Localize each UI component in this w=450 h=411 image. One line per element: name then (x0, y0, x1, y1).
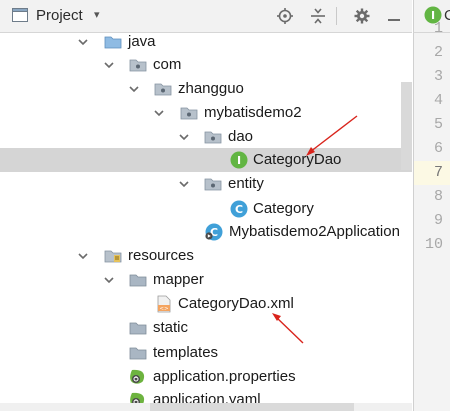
folder-gray-icon (129, 319, 147, 337)
tree-row[interactable]: resources (0, 244, 412, 268)
folder-gray-icon (129, 271, 147, 289)
tree-row[interactable]: mybatisdemo2 (0, 101, 412, 125)
package-icon (129, 56, 147, 74)
tree-row-label: Mybatisdemo2Application (229, 223, 400, 240)
xml-file-icon: <> (155, 295, 173, 313)
line-number: 10 (424, 236, 443, 253)
tree-row-label: mapper (153, 271, 204, 288)
project-tree: java com zhangguo mybatisdemo2 dao I CategoryD… (0, 33, 412, 411)
tree-row[interactable]: entity (0, 172, 412, 196)
line-number: 6 (433, 140, 443, 157)
chevron-down-icon[interactable] (78, 251, 88, 261)
tree-row-label: dao (228, 128, 254, 145)
package-icon (180, 104, 198, 122)
tree-row-label: Category (253, 200, 314, 217)
tree-row-label: com (153, 56, 182, 73)
tree-row[interactable]: C Category (0, 197, 412, 221)
tree-row[interactable]: zhangguo (0, 77, 412, 101)
folder-blue-icon (104, 33, 122, 51)
line-number: 7 (433, 164, 443, 181)
chevron-down-icon[interactable] (179, 132, 189, 142)
package-icon (204, 175, 222, 193)
tree-row[interactable]: dao (0, 125, 412, 149)
tree-row-label: mybatisdemo2 (204, 104, 302, 121)
package-icon (204, 128, 222, 146)
locate-target-icon[interactable] (277, 8, 293, 24)
editor-tab-label: C (444, 7, 450, 24)
chevron-down-icon[interactable] (179, 179, 189, 189)
tree-row-label: templates (153, 344, 219, 361)
chevron-down-icon[interactable] (129, 84, 139, 94)
tree-row-label: CategoryDao (253, 151, 342, 168)
horizontal-scrollbar-thumb[interactable] (150, 403, 354, 411)
tree-row-label: zhangguo (178, 80, 244, 97)
chevron-down-icon[interactable] (104, 60, 114, 70)
line-number: 1 (433, 20, 443, 37)
project-toolbar: Project ▾ (0, 0, 412, 33)
svg-text:I: I (237, 154, 241, 167)
folder-gray-icon (129, 344, 147, 362)
chevron-down-icon[interactable] (154, 108, 164, 118)
tree-row-label: application.properties (153, 368, 296, 385)
gear-icon[interactable] (354, 8, 370, 24)
svg-text:<>: <> (159, 306, 169, 312)
tree-row[interactable]: I CategoryDao (0, 148, 412, 172)
tree-row[interactable]: static (0, 316, 412, 340)
tree-row[interactable]: mapper (0, 268, 412, 292)
spring-boot-app-icon: C (205, 223, 223, 241)
line-number: 5 (433, 116, 443, 133)
spring-config-icon (129, 368, 147, 386)
resources-folder-icon (104, 247, 122, 265)
tree-row-label: CategoryDao.xml (178, 295, 294, 312)
chevron-down-icon[interactable] (78, 37, 88, 47)
project-view-label[interactable]: Project (36, 7, 83, 24)
line-number: 9 (433, 212, 443, 229)
tree-row[interactable]: com (0, 53, 412, 77)
class-icon: C (230, 200, 248, 218)
line-number: 2 (433, 44, 443, 61)
chevron-down-icon[interactable] (104, 275, 114, 285)
line-number: 3 (433, 68, 443, 85)
package-icon (154, 80, 172, 98)
tree-row[interactable]: java (0, 33, 412, 54)
tree-row[interactable]: application.properties (0, 365, 412, 389)
chevron-down-icon[interactable]: ▾ (94, 8, 100, 21)
hide-panel-icon[interactable] (386, 8, 402, 24)
tree-row[interactable]: templates (0, 341, 412, 365)
tree-row[interactable]: C Mybatisdemo2Application (0, 220, 412, 244)
line-number: 4 (433, 92, 443, 109)
tree-row[interactable]: <> CategoryDao.xml (0, 292, 412, 316)
tree-row-label: java (128, 33, 156, 50)
line-number: 8 (433, 188, 443, 205)
collapse-all-icon[interactable] (310, 8, 326, 24)
interface-icon: I (230, 151, 248, 169)
svg-text:C: C (235, 203, 243, 216)
toolbar-divider (336, 7, 337, 25)
tree-row-label: resources (128, 247, 194, 264)
project-window-icon (12, 8, 28, 22)
tree-scrollbar-thumb[interactable] (401, 82, 412, 170)
tree-row-label: entity (228, 175, 264, 192)
tree-row-label: static (153, 319, 189, 336)
